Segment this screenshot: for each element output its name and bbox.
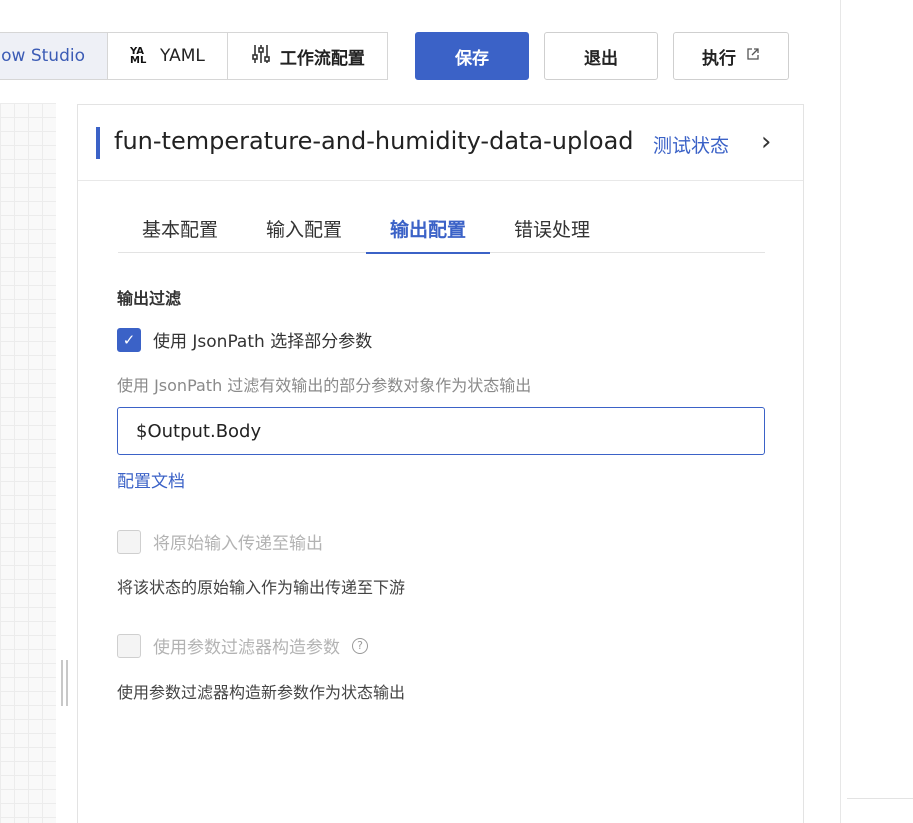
param-filter-checkbox[interactable] bbox=[117, 633, 141, 658]
help-icon[interactable]: ? bbox=[352, 637, 368, 654]
pass-input-checkbox-label: 将原始输入传递至输出 bbox=[153, 534, 323, 554]
sliders-icon bbox=[250, 43, 272, 70]
right-divider bbox=[840, 0, 841, 823]
external-link-icon bbox=[746, 46, 760, 66]
param-filter-description: 使用参数过滤器构造新参数作为状态输出 bbox=[117, 683, 406, 702]
tab-flow-studio[interactable]: low Studio bbox=[0, 33, 108, 79]
title-accent-bar bbox=[96, 127, 100, 159]
panel-title: fun-temperature-and-humidity-data-upload bbox=[114, 127, 634, 155]
param-filter-checkbox-row[interactable]: 使用参数过滤器构造参数 ? bbox=[117, 633, 368, 658]
tab-label: YAML bbox=[160, 46, 205, 66]
jsonpath-checkbox-label: 使用 JsonPath 选择部分参数 bbox=[153, 332, 373, 352]
tab-label: 工作流配置 bbox=[279, 48, 365, 69]
workflow-editor-page: low Studio YA ML YAML 工作流配置 保存 退出 执行 fun… bbox=[0, 0, 913, 823]
param-filter-checkbox-label: 使用参数过滤器构造参数 bbox=[153, 638, 340, 658]
tab-label: low Studio bbox=[0, 46, 85, 66]
test-status-link[interactable]: 测试状态 bbox=[653, 131, 729, 158]
jsonpath-checkbox-row[interactable]: ✓ 使用 JsonPath 选择部分参数 bbox=[117, 327, 372, 352]
save-button[interactable]: 保存 bbox=[415, 32, 529, 80]
tab-output-config[interactable]: 输出配置 bbox=[366, 203, 491, 254]
tab-basic-config[interactable]: 基本配置 bbox=[118, 203, 242, 253]
jsonpath-input[interactable] bbox=[117, 407, 765, 455]
exit-button[interactable]: 退出 bbox=[544, 32, 658, 80]
panel-header: fun-temperature-and-humidity-data-upload… bbox=[78, 105, 803, 181]
yaml-icon: YA ML bbox=[130, 46, 147, 66]
section-title: 输出过滤 bbox=[117, 289, 182, 308]
tab-workflow-config[interactable]: 工作流配置 bbox=[227, 33, 387, 79]
config-doc-link[interactable]: 配置文档 bbox=[117, 467, 185, 492]
view-tab-group: low Studio YA ML YAML 工作流配置 bbox=[0, 32, 388, 80]
resize-handle[interactable] bbox=[61, 660, 68, 706]
pass-input-checkbox-row[interactable]: 将原始输入传递至输出 bbox=[117, 529, 323, 554]
config-tabs: 基本配置 输入配置 输出配置 错误处理 bbox=[118, 203, 765, 254]
run-button[interactable]: 执行 bbox=[673, 32, 789, 80]
pass-input-description: 将该状态的原始输入作为输出传递至下游 bbox=[117, 578, 406, 597]
jsonpath-description: 使用 JsonPath 过滤有效输出的部分参数对象作为状态输出 bbox=[117, 376, 532, 395]
tab-yaml[interactable]: YA ML YAML bbox=[108, 33, 228, 79]
pass-input-checkbox[interactable] bbox=[117, 529, 141, 554]
exit-label: 退出 bbox=[584, 48, 618, 68]
run-label: 执行 bbox=[702, 48, 736, 68]
divider-line bbox=[847, 798, 913, 799]
state-config-panel: fun-temperature-and-humidity-data-upload… bbox=[77, 104, 804, 823]
jsonpath-checkbox[interactable]: ✓ bbox=[117, 327, 141, 352]
tab-input-config[interactable]: 输入配置 bbox=[242, 203, 366, 253]
chevron-right-icon[interactable]: › bbox=[761, 127, 771, 157]
workflow-canvas[interactable] bbox=[0, 103, 56, 823]
tab-error-handling[interactable]: 错误处理 bbox=[490, 203, 614, 253]
save-label: 保存 bbox=[455, 48, 489, 68]
